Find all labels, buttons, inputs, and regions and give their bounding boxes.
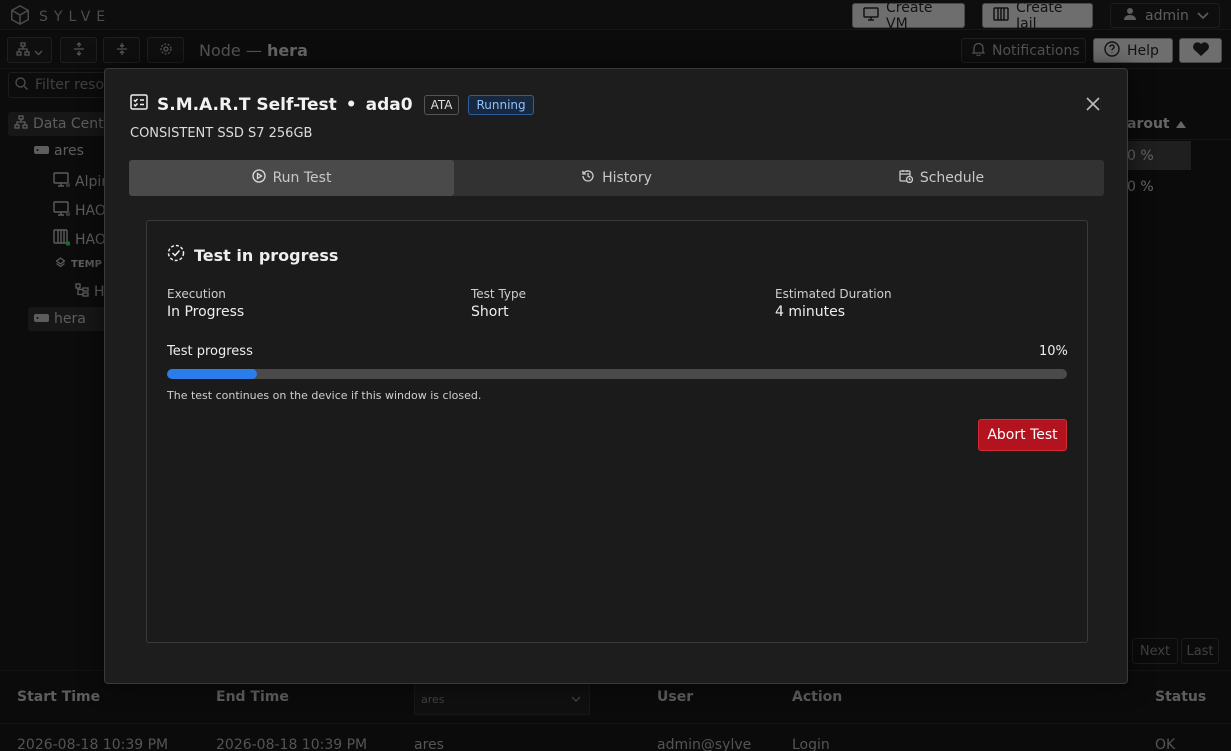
execution-value: In Progress bbox=[167, 304, 245, 320]
device-model: CONSISTENT SSD S7 256GB bbox=[130, 126, 313, 141]
tab-label: Schedule bbox=[919, 170, 985, 186]
test-type-value: Short bbox=[471, 304, 509, 320]
app-root: SYLVE Create VM Create Jail admin Node —… bbox=[0, 0, 1231, 751]
duration-value: 4 minutes bbox=[775, 304, 846, 320]
device-name: ada0 bbox=[365, 94, 413, 115]
card-title: Test in progress bbox=[167, 244, 338, 266]
tab-label: History bbox=[602, 170, 652, 186]
tab-label: Run Test bbox=[272, 170, 332, 186]
tab-run-test[interactable]: Run Test bbox=[129, 160, 454, 196]
title-separator: • bbox=[345, 94, 357, 115]
test-progress-card: Test in progress Execution In Progress T… bbox=[146, 220, 1088, 643]
progress-fill bbox=[167, 369, 257, 379]
test-type-label: Test Type bbox=[471, 287, 527, 301]
dialog-title: S.M.A.R.T Self-Test • ada0 ATA Running bbox=[130, 94, 534, 115]
progress-label: Test progress bbox=[167, 344, 253, 359]
card-title-text: Test in progress bbox=[194, 245, 339, 265]
device-type-badge: ATA bbox=[423, 94, 460, 115]
history-icon bbox=[581, 169, 595, 187]
status-badge: Running bbox=[468, 94, 534, 115]
abort-test-button[interactable]: Abort Test bbox=[978, 419, 1067, 451]
play-circle-icon bbox=[251, 169, 266, 187]
execution-label: Execution bbox=[167, 287, 226, 301]
tab-bar: Run Test History Schedule bbox=[129, 160, 1104, 196]
test-checklist-icon bbox=[130, 94, 148, 115]
progress-check-icon bbox=[167, 244, 185, 266]
close-icon bbox=[1086, 96, 1100, 115]
abort-test-label: Abort Test bbox=[987, 427, 1058, 443]
tab-history[interactable]: History bbox=[454, 160, 779, 196]
progress-percent: 10% bbox=[1039, 344, 1068, 359]
tab-schedule[interactable]: Schedule bbox=[779, 160, 1104, 196]
close-button[interactable] bbox=[1086, 96, 1102, 112]
dialog-title-text: S.M.A.R.T Self-Test bbox=[157, 94, 337, 115]
smart-test-dialog: S.M.A.R.T Self-Test • ada0 ATA Running C… bbox=[104, 68, 1128, 684]
duration-label: Estimated Duration bbox=[775, 287, 892, 301]
progress-bar bbox=[167, 369, 1067, 379]
progress-note: The test continues on the device if this… bbox=[167, 389, 482, 402]
calendar-clock-icon bbox=[899, 169, 913, 187]
